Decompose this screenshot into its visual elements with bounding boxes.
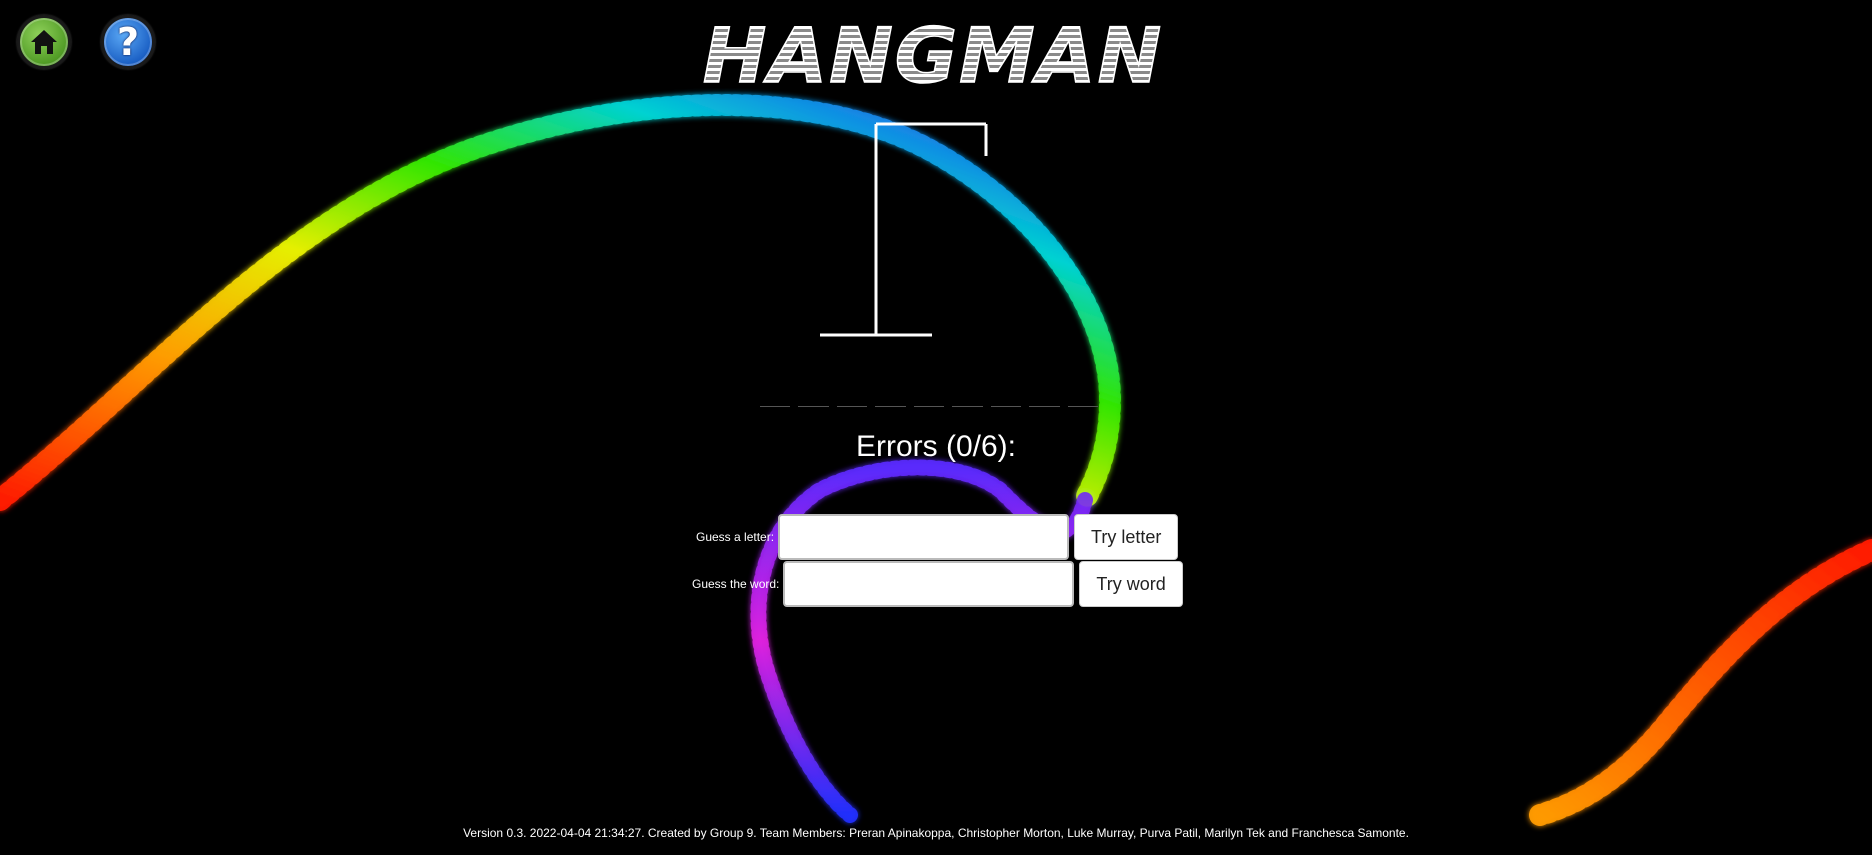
word-label: Guess the word:	[692, 577, 780, 591]
logo-title: HANGMAN	[703, 14, 1163, 96]
word-guess-row: Guess the word: Try word	[692, 561, 1183, 607]
hangman-logo: HANGMAN	[702, 14, 1163, 96]
letter-guess-row: Guess a letter: Try letter	[696, 514, 1179, 560]
letter-blank	[913, 396, 945, 407]
letter-input[interactable]	[778, 514, 1070, 560]
letter-blank	[1029, 396, 1060, 407]
letter-blank	[990, 396, 1022, 407]
gallows-drawing	[820, 122, 988, 337]
version-footer: Version 0.3. 2022-04-04 21:34:27. Create…	[463, 826, 1409, 840]
letter-label: Guess a letter:	[696, 530, 775, 544]
word-blanks	[760, 396, 1098, 410]
letter-blank	[952, 396, 983, 407]
home-icon	[31, 30, 57, 54]
letter-blank	[798, 396, 829, 407]
word-input[interactable]	[783, 561, 1075, 607]
home-button[interactable]	[17, 15, 71, 69]
letter-blank	[836, 396, 868, 407]
letter-blank	[875, 396, 906, 407]
try-word-button[interactable]: Try word	[1079, 561, 1183, 607]
letter-blank	[760, 396, 791, 407]
errors-counter: Errors (0/6):	[855, 430, 1017, 463]
game-page: ? HANGMAN Errors (0/6): Guess a letter:	[0, 0, 1872, 855]
letter-blank	[1067, 396, 1098, 407]
help-icon: ?	[116, 20, 140, 64]
help-button[interactable]: ?	[101, 15, 155, 69]
try-letter-button[interactable]: Try letter	[1074, 514, 1179, 560]
